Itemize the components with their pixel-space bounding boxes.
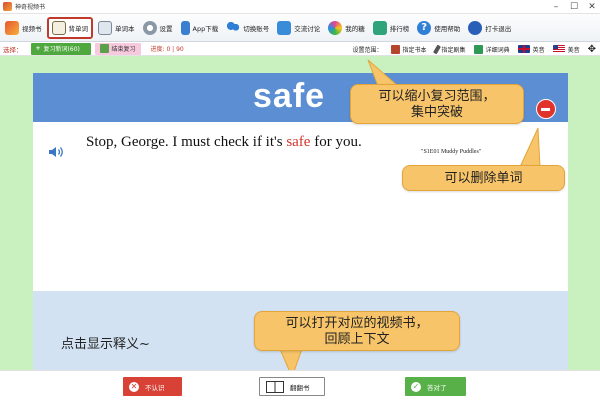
toolbar-video-book[interactable]: 视频书 <box>2 17 45 39</box>
toolbar-word-book[interactable]: 单词本 <box>95 17 138 39</box>
flip-book-button[interactable]: 翻翻书 <box>259 377 325 396</box>
toolbar-app-download[interactable]: App下载 <box>178 17 222 39</box>
maximize-icon[interactable]: ☐ <box>570 3 578 12</box>
plus-icon: + <box>35 45 41 52</box>
dictionary-icon <box>473 44 483 54</box>
range-label: 设置范围： <box>352 46 383 54</box>
toolbar-leaderboard[interactable]: 排行榜 <box>370 17 413 39</box>
episode-label: "S1E01 Muddy Puddles" <box>421 149 482 155</box>
app-logo-icon <box>3 2 12 11</box>
answer-bar: ✕ 不认识 翻翻书 ✓ 答对了 <box>0 370 600 400</box>
review-icon <box>99 44 109 53</box>
toolbar-discussion[interactable]: 交流讨论 <box>274 17 323 39</box>
us-flag-icon <box>552 45 565 53</box>
x-icon: ✕ <box>129 381 139 392</box>
end-review-button[interactable]: 结束复习 <box>94 42 141 55</box>
range-episode-button[interactable]: 指定剧集 <box>432 44 466 54</box>
close-icon[interactable]: ✕ <box>588 3 596 12</box>
uk-flag-icon <box>517 45 530 53</box>
window-title: 神奇视频书 <box>15 4 46 11</box>
power-icon <box>468 20 483 35</box>
expand-icon: ✥ <box>587 43 596 55</box>
review-bar: 选择： + 复习新词(60) 结束复习 进度: 0 | 90 设置范围： 指定书… <box>0 42 600 56</box>
us-accent-button[interactable]: 美音 <box>552 45 580 54</box>
book-tooltip: 可以打开对应的视频书， 回顾上下文 <box>254 311 460 351</box>
main-toolbar: 视频书 背单词 单词本 设置 App下载 切换账号 交流讨论 我的糖 排行榜 ?… <box>0 14 600 42</box>
check-icon: ✓ <box>411 381 421 392</box>
users-icon <box>226 20 241 35</box>
correct-button[interactable]: ✓ 答对了 <box>405 377 466 396</box>
video-book-icon <box>5 20 19 35</box>
toolbar-my-candy[interactable]: 我的糖 <box>325 17 368 39</box>
candy-icon <box>328 20 343 35</box>
unknown-button[interactable]: ✕ 不认识 <box>123 377 182 396</box>
leaderboard-icon <box>372 20 387 35</box>
title-bar: 神奇视频书 – ☐ ✕ <box>0 0 600 14</box>
chat-icon <box>277 20 292 35</box>
range-tooltip: 可以缩小复习范围， 集中突破 <box>350 84 524 124</box>
delete-tooltip: 可以删除单词 <box>402 165 565 191</box>
detailed-dictionary-button[interactable]: 详细词典 <box>473 44 510 54</box>
delete-word-icon[interactable] <box>536 99 556 119</box>
range-book-button[interactable]: 指定书本 <box>390 44 427 54</box>
review-new-words-button[interactable]: + 复习新词(60) <box>30 42 91 55</box>
progress-text: 进度: 0 | 90 <box>150 46 184 53</box>
current-word: safe <box>253 77 326 115</box>
highlighted-word: safe <box>286 134 311 150</box>
help-icon: ? <box>417 20 432 35</box>
toolbar-settings[interactable]: 设置 <box>140 17 176 39</box>
select-label: 选择： <box>3 45 23 54</box>
fullscreen-button[interactable]: ✥ <box>588 44 596 55</box>
show-definition-text: 点击显示释义~ <box>61 337 150 352</box>
toolbar-help[interactable]: ? 使用帮助 <box>414 17 463 39</box>
gear-icon <box>142 20 157 35</box>
uk-accent-button[interactable]: 英音 <box>517 45 545 54</box>
range-settings: 设置范围： 指定书本 指定剧集 详细词典 英音 美音 ✥ <box>353 42 600 56</box>
word-book-icon <box>98 20 112 35</box>
toolbar-memorize-words[interactable]: 背单词 <box>46 16 93 39</box>
pencil-icon <box>432 44 441 54</box>
window-controls: – ☐ ✕ <box>552 0 596 14</box>
example-sentence: Stop, George. I must check if it's safe … <box>86 134 362 150</box>
open-book-icon <box>266 380 284 393</box>
book-icon <box>390 44 400 54</box>
speaker-icon[interactable] <box>48 145 66 159</box>
minimize-icon[interactable]: – <box>552 3 560 12</box>
open-book-icon <box>51 20 66 35</box>
phone-icon <box>180 20 190 35</box>
toolbar-checkin-exit[interactable]: 打卡退出 <box>465 17 514 39</box>
toolbar-switch-account[interactable]: 切换账号 <box>223 17 272 39</box>
